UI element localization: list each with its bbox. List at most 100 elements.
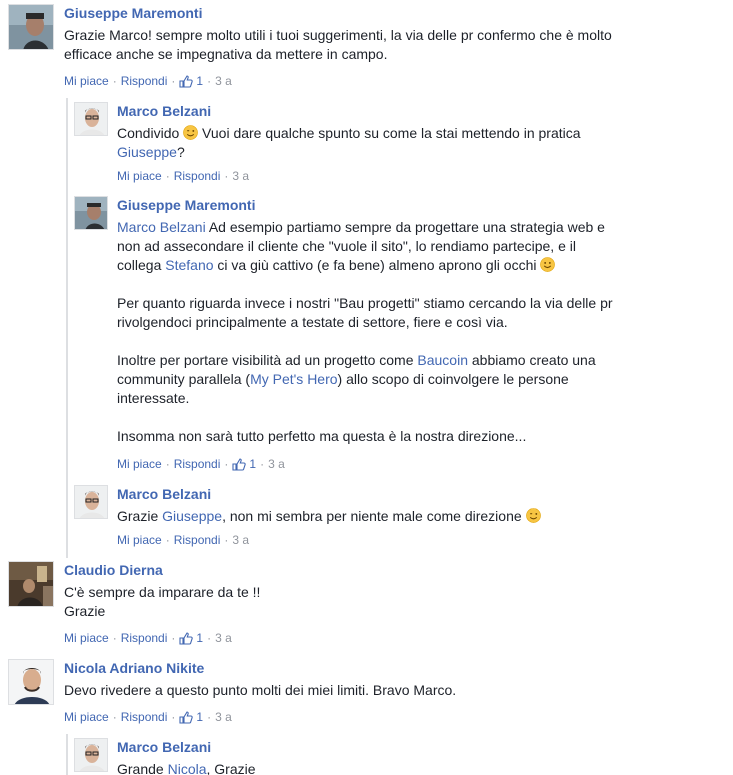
comment-text: Grazie Giuseppe, non mi sembra per nient… <box>117 507 541 526</box>
text-segment: Vuoi dare qualche spunto su come la stai… <box>202 125 581 141</box>
avatar[interactable] <box>8 659 54 705</box>
comment-author[interactable]: Giuseppe Maremonti <box>117 196 255 214</box>
page-link[interactable]: My Pet's Hero <box>250 371 337 387</box>
avatar[interactable] <box>74 485 108 519</box>
comment-time[interactable]: 3 a <box>215 630 232 646</box>
comment-author[interactable]: Marco Belzani <box>117 738 211 756</box>
text-segment: abbiamo creato una <box>467 352 596 368</box>
text-segment: ? <box>176 144 185 160</box>
like-count[interactable]: 1 <box>179 73 203 89</box>
mention-link[interactable]: Marco Belzani <box>117 219 206 235</box>
thread-line <box>66 98 68 558</box>
separator: · <box>165 169 170 183</box>
page-link[interactable]: Baucoin <box>417 352 468 368</box>
separator: · <box>224 169 229 183</box>
comment-actions: Mi piace · Rispondi · 1 · 3 a <box>64 73 232 89</box>
comment-author[interactable]: Giuseppe Maremonti <box>64 4 202 22</box>
separator: · <box>112 710 117 724</box>
comment-time[interactable]: 3 a <box>232 532 249 548</box>
comment-text: Marco Belzani Ad esempio partiamo sempre… <box>117 218 613 446</box>
like-button[interactable]: Mi piace <box>64 709 109 725</box>
avatar[interactable] <box>8 561 54 607</box>
avatar[interactable] <box>8 4 54 50</box>
avatar[interactable] <box>74 102 108 136</box>
text-segment: community parallela ( <box>117 371 251 387</box>
comment-line: Insomma non sarà tutto perfetto ma quest… <box>117 428 527 444</box>
wink-emoji-icon <box>525 508 541 523</box>
separator: · <box>224 457 229 471</box>
text-segment: Inoltre per portare visibilità ad un pro… <box>117 352 418 368</box>
comment-line: C'è sempre da imparare da te !! <box>64 584 261 600</box>
mention-link[interactable]: Giuseppe <box>162 508 222 524</box>
reply-button[interactable]: Rispondi <box>121 709 168 725</box>
separator: · <box>112 74 117 88</box>
comment-actions: Mi piace · Rispondi · 1 · 3 a <box>64 630 232 646</box>
like-button[interactable]: Mi piace <box>117 168 162 184</box>
comment-author[interactable]: Claudio Dierna <box>64 561 163 579</box>
comment-time[interactable]: 3 a <box>268 456 285 472</box>
like-button[interactable]: Mi piace <box>117 532 162 548</box>
comment-author[interactable]: Marco Belzani <box>117 102 211 120</box>
like-count[interactable]: 1 <box>179 709 203 725</box>
comment-line: Marco Belzani Ad esempio partiamo sempre… <box>117 218 613 237</box>
comment-actions: Mi piace · Rispondi · 3 a <box>117 532 249 548</box>
comment-actions: Mi piace · Rispondi · 1 · 3 a <box>117 456 285 472</box>
comment-line: Giuseppe? <box>117 143 581 162</box>
comment-line: collega Stefano ci va giù cattivo (e fa … <box>117 256 613 275</box>
comment-line: Condivido Vuoi dare qualche spunto su co… <box>117 124 581 143</box>
comment-author[interactable]: Nicola Adriano Nikite <box>64 659 204 677</box>
mention-link[interactable]: Giuseppe <box>117 144 177 160</box>
comment-actions: Mi piace · Rispondi · 3 a <box>117 168 249 184</box>
like-count-value: 1 <box>196 74 204 88</box>
separator: · <box>260 457 265 471</box>
comment-line: Grazie Marco! sempre molto utili i tuoi … <box>64 27 612 43</box>
text-segment: Grande <box>117 761 168 775</box>
separator: · <box>207 710 212 724</box>
thread-line <box>66 734 68 775</box>
comment-line: community parallela (My Pet's Hero) allo… <box>117 370 613 389</box>
reply-button[interactable]: Rispondi <box>174 532 221 548</box>
comment-time[interactable]: 3 a <box>215 73 232 89</box>
comment-line: efficace anche se impegnativa da mettere… <box>64 46 388 62</box>
separator: · <box>207 631 212 645</box>
text-segment: Condivido <box>117 125 180 141</box>
separator: · <box>171 631 176 645</box>
like-button[interactable]: Mi piace <box>64 73 109 89</box>
smile-emoji-icon <box>540 257 556 272</box>
reply-button[interactable]: Rispondi <box>121 630 168 646</box>
comment-text: Condivido Vuoi dare qualche spunto su co… <box>117 124 581 162</box>
text-segment: collega <box>117 257 166 273</box>
like-button[interactable]: Mi piace <box>117 456 162 472</box>
text-segment: , non mi sembra per niente male come dir… <box>222 508 522 524</box>
comment-time[interactable]: 3 a <box>215 709 232 725</box>
separator: · <box>112 631 117 645</box>
reply-button[interactable]: Rispondi <box>174 456 221 472</box>
like-count-value: 1 <box>249 457 257 471</box>
like-count[interactable]: 1 <box>232 456 256 472</box>
avatar[interactable] <box>74 196 108 230</box>
avatar-photo-icon <box>9 660 53 704</box>
mention-link[interactable]: Nicola <box>168 761 207 775</box>
thumbs-up-icon <box>179 631 194 645</box>
avatar-photo-icon <box>75 103 107 135</box>
comment-line: non ad assecondare il cliente che "vuole… <box>117 238 576 254</box>
avatar-photo-icon <box>9 5 53 49</box>
comment-time[interactable]: 3 a <box>232 168 249 184</box>
like-count[interactable]: 1 <box>179 630 203 646</box>
comment-line: Grazie <box>64 603 106 619</box>
separator: · <box>207 74 212 88</box>
separator: · <box>165 533 170 547</box>
like-button[interactable]: Mi piace <box>64 630 109 646</box>
separator: · <box>171 74 176 88</box>
reply-button[interactable]: Rispondi <box>121 73 168 89</box>
reply-button[interactable]: Rispondi <box>174 168 221 184</box>
comment-line: rivolgendoci principalmente a testate di… <box>117 314 508 330</box>
comment-line: interessate. <box>117 390 190 406</box>
comment-author[interactable]: Marco Belzani <box>117 485 211 503</box>
mention-link[interactable]: Stefano <box>165 257 213 273</box>
avatar-photo-icon <box>75 739 107 771</box>
avatar[interactable] <box>74 738 108 772</box>
